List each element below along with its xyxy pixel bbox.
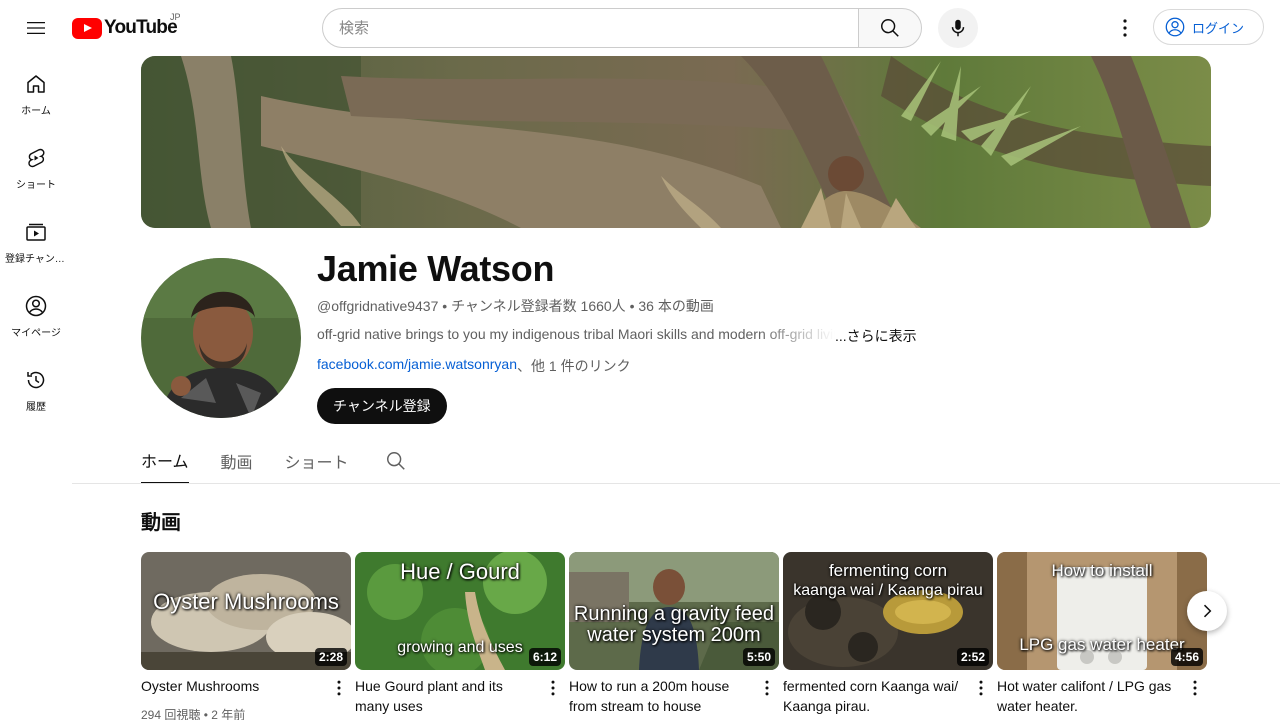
thumbnail-caption: Hue / Gourd [400,559,520,584]
video-title[interactable]: Oyster Mushrooms [141,676,323,696]
guide-item-home[interactable]: ホーム [4,56,68,130]
video-thumbnail[interactable]: How to install LPG gas water heater 4:56 [997,552,1207,670]
video-menu-button[interactable] [757,678,777,698]
channel-avatar[interactable] [141,258,301,418]
guide-item-label: 履歴 [26,402,46,413]
meta-separator: • [442,298,452,314]
upload-age: 2 年前 [211,708,246,720]
video-title[interactable]: Hue Gourd plant and its many uses [355,676,537,716]
search-button[interactable] [858,8,922,48]
video-duration: 2:52 [956,648,989,666]
facebook-link[interactable]: facebook.com/jamie.watsonryan [317,356,517,376]
tabs-divider [72,483,1280,484]
video-duration: 5:50 [742,648,775,666]
hamburger-icon [27,22,45,34]
search-icon [881,19,899,37]
channel-banner [141,56,1211,228]
more-vertical-icon [765,680,769,696]
chevron-right-icon [1203,604,1212,618]
other-links[interactable]: 、他 1 件のリンク [517,356,631,376]
video-duration: 4:56 [1170,648,1203,666]
more-vertical-icon [551,680,555,696]
video-count: 36 本の動画 [638,298,714,314]
shorts-icon [28,148,45,168]
video-shelf: Oyster Mushrooms 2:28 Oyster Mushrooms 2… [141,552,1211,720]
country-code: JP [170,12,181,22]
show-more-link[interactable]: ...さらに表示 [835,326,917,346]
shelf-next-button[interactable] [1187,591,1227,631]
guide-item-my-page[interactable]: マイページ [4,278,68,352]
more-vertical-icon [1123,19,1127,37]
account-circle-icon [1165,17,1185,37]
video-thumbnail[interactable]: fermenting corn kaanga wai / Kaanga pira… [783,552,993,670]
video-item[interactable]: How to install LPG gas water heater 4:56… [997,552,1207,714]
search-icon [386,451,405,470]
tab-videos[interactable]: 動画 [221,437,253,484]
guide-item-label: ホーム [21,106,51,117]
video-title[interactable]: fermented corn Kaanga wai/ Kaanga pirau. [783,676,965,716]
youtube-logo[interactable]: YouTube JP [72,12,181,39]
channel-meta: @offgridnative9437 • チャンネル登録者数 1660人 • 3… [317,296,714,316]
description-text: off-grid native brings to you my indigen… [317,326,835,342]
video-item[interactable]: fermenting corn kaanga wai / Kaanga pira… [783,552,993,714]
channel-search-button[interactable] [385,437,407,484]
masthead: YouTube JP ログイン [0,0,1280,56]
thumbnail-caption: fermenting corn [828,561,948,580]
subscriber-count: チャンネル登録者数 1660人 [451,298,626,314]
tab-shorts[interactable]: ショート [285,437,349,484]
video-menu-button[interactable] [1185,678,1205,698]
voice-search-button[interactable] [938,8,978,48]
section-title: 動画 [141,512,181,534]
settings-menu-button[interactable] [1105,8,1145,48]
guide-item-label: ショート [16,180,56,191]
channel-links: facebook.com/jamie.watsonryan 、他 1 件のリンク [317,356,631,376]
search-box [322,8,922,48]
video-item[interactable]: Running a gravity feed water system 200m… [569,552,779,714]
thumbnail-caption: kaanga wai / Kaanga pirau [793,582,983,599]
video-item[interactable]: Oyster Mushrooms 2:28 Oyster Mushrooms 2… [141,552,351,720]
tab-home[interactable]: ホーム [141,437,189,484]
video-title[interactable]: How to run a 200m house from stream to h… [569,676,751,716]
more-vertical-icon [1193,680,1197,696]
login-button[interactable]: ログイン [1153,9,1264,45]
video-thumbnail[interactable]: Running a gravity feed water system 200m… [569,552,779,670]
more-vertical-icon [979,680,983,696]
video-duration: 2:28 [314,648,347,666]
video-duration: 6:12 [528,648,561,666]
thumbnail-caption: Oyster Mushrooms [153,589,339,614]
guide-item-label: マイページ [11,328,61,339]
guide-item-history[interactable]: 履歴 [4,352,68,426]
channel-tabs: ホーム 動画 ショート [141,436,407,484]
video-thumbnail[interactable]: Oyster Mushrooms 2:28 [141,552,351,670]
video-title[interactable]: Hot water califont / LPG gas water heate… [997,676,1179,716]
logo-text: YouTube [104,17,178,38]
video-item[interactable]: Hue / Gourd growing and uses 6:12 Hue Go… [355,552,565,714]
video-menu-button[interactable] [543,678,563,698]
microphone-icon [951,19,965,37]
guide-item-label: 登録チャンネル [5,254,67,265]
video-thumbnail[interactable]: Hue / Gourd growing and uses 6:12 [355,552,565,670]
channel-description[interactable]: off-grid native brings to you my indigen… [317,326,917,346]
history-icon [27,371,45,389]
login-label: ログイン [1192,20,1245,36]
channel-name: Jamie Watson [317,248,555,289]
search-input[interactable] [322,8,858,48]
subscribe-button[interactable]: チャンネル登録 [317,388,447,424]
channel-handle: @offgridnative9437 [317,298,439,314]
thumbnail-caption: How to install [1051,561,1153,580]
video-menu-button[interactable] [329,678,349,698]
view-count: 294 回視聴 [141,708,201,720]
thumbnail-caption: Running a gravity feed water system 200m [573,603,775,646]
account-icon [25,295,47,317]
video-menu-button[interactable] [971,678,991,698]
guide-item-subscriptions[interactable]: 登録チャンネル [4,204,68,278]
video-meta: 294 回視聴 • 2 年前 [141,706,245,720]
subscriptions-icon [26,223,46,241]
home-icon [27,75,45,93]
youtube-play-icon [72,17,102,39]
mini-guide: ホーム ショート 登録チャンネル マイページ 履歴 [0,56,72,426]
more-vertical-icon [337,680,341,696]
menu-button[interactable] [16,8,56,48]
guide-item-shorts[interactable]: ショート [4,130,68,204]
